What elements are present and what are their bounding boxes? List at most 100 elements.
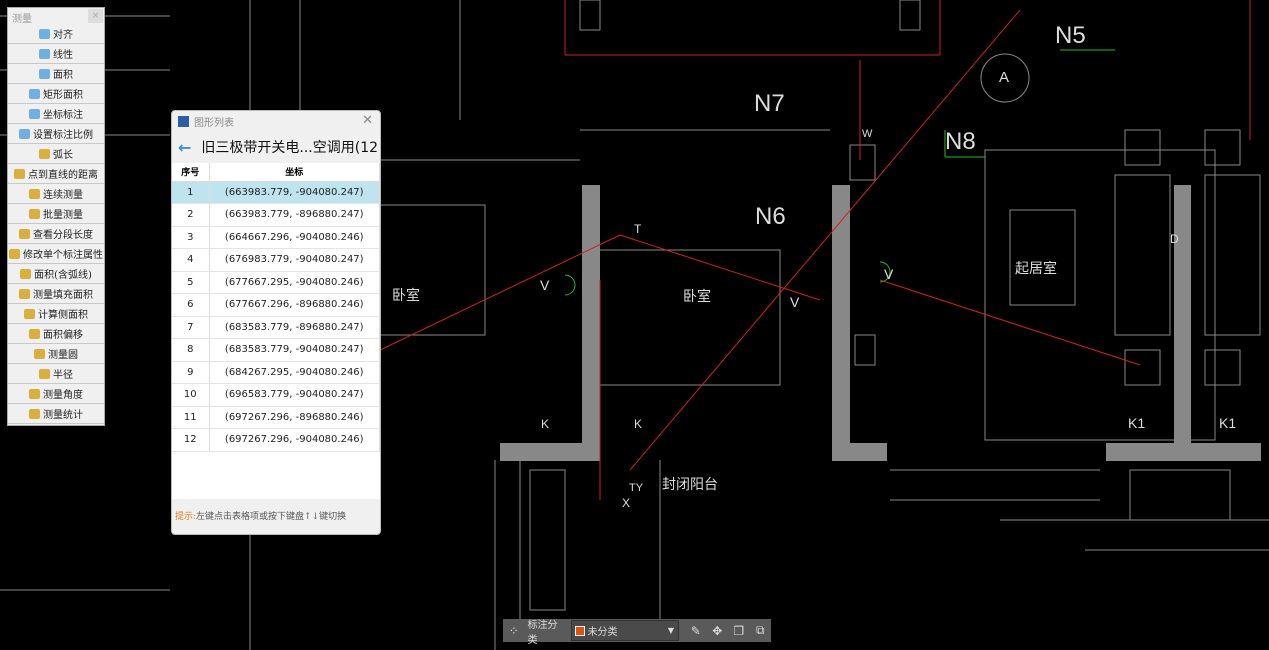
measure-item[interactable]: 矩形面积	[8, 84, 104, 104]
measure-item-label: 矩形面积	[43, 90, 83, 101]
coordinate-cell[interactable]: (677667.296, -896880.246)	[209, 293, 380, 317]
arc-area-icon	[20, 268, 32, 279]
index-cell[interactable]: 6	[172, 293, 210, 317]
fill-area-icon	[19, 288, 30, 299]
coordinate-cell[interactable]: (663983.779, -904080.247)	[209, 181, 380, 204]
segment-icon	[19, 228, 30, 239]
measure-item-label: 批量测量	[43, 210, 83, 221]
index-cell[interactable]: 12	[172, 428, 210, 452]
measure-item[interactable]: 测量圆	[8, 344, 104, 364]
cad-label-balcony: 封闭阳台	[662, 476, 718, 492]
continuous-icon	[29, 188, 40, 199]
coordinate-cell[interactable]: (697267.296, -904080.246)	[209, 428, 380, 452]
measure-item[interactable]: 测量填充面积	[8, 284, 104, 304]
measure-item[interactable]: 批量测量	[8, 204, 104, 224]
measure-item-label: 测量角度	[43, 390, 83, 401]
cad-label-bedroom1: 卧室	[392, 287, 420, 303]
measure-item[interactable]: 线性	[8, 44, 104, 64]
side-area-icon	[24, 308, 35, 319]
coordinate-cell[interactable]: (684267.295, -904080.246)	[209, 361, 380, 384]
index-cell[interactable]: 10	[172, 383, 210, 407]
measure-item[interactable]: 弧长	[8, 144, 104, 164]
copy-icon[interactable]: ❐	[728, 624, 749, 638]
coordinate-cell[interactable]: (696583.779, -904080.247)	[209, 383, 380, 407]
index-cell[interactable]: 4	[172, 248, 210, 272]
table-row[interactable]: 7 (683583.779, -896880.247)	[172, 316, 380, 339]
index-cell[interactable]: 1	[172, 181, 210, 204]
measure-item[interactable]: 修改单个标注属性	[8, 244, 104, 264]
table-row[interactable]: 5 (677667.295, -904080.246)	[172, 271, 380, 294]
radius-icon	[39, 368, 50, 379]
coordinate-cell[interactable]: (663983.779, -896880.247)	[209, 203, 380, 227]
coordinate-cell[interactable]: (697267.296, -896880.246)	[209, 406, 380, 429]
measure-item[interactable]: 半径	[8, 364, 104, 384]
circle-icon	[34, 348, 45, 359]
column-header-coordinate[interactable]: 坐标	[209, 163, 380, 182]
coordinate-cell[interactable]: (683583.779, -896880.247)	[209, 316, 380, 339]
table-row[interactable]: 4 (676983.779, -904080.247)	[172, 248, 380, 272]
cad-label-a: A	[999, 69, 1010, 86]
move-icon[interactable]: ✥	[707, 624, 728, 638]
coordinate-cell[interactable]: (676983.779, -904080.247)	[209, 248, 380, 272]
cad-label-n6: N6	[755, 203, 786, 230]
table-row[interactable]: 1 (663983.779, -904080.247)	[172, 181, 380, 204]
measure-item-label: 面积(含弧线)	[34, 270, 92, 281]
measure-item[interactable]: 面积(含弧线)	[8, 264, 104, 284]
dialog-heading: 旧三极带开关电...空调用(12	[201, 140, 379, 156]
measure-item-label: 修改单个标注属性	[23, 250, 103, 261]
scale-icon	[19, 128, 30, 139]
index-cell[interactable]: 2	[172, 203, 210, 227]
index-cell[interactable]: 7	[172, 316, 210, 339]
measure-item[interactable]: 测量统计	[8, 404, 104, 424]
measure-item-label: 弧长	[53, 150, 73, 161]
index-cell[interactable]: 8	[172, 338, 210, 362]
measure-item[interactable]: 点到直线的距离	[8, 164, 104, 184]
grid-icon[interactable]: ⁘	[503, 624, 524, 638]
paste-icon[interactable]: ⧉	[750, 623, 771, 638]
table-row[interactable]: 11 (697267.296, -896880.246)	[172, 406, 380, 429]
category-select[interactable]: 未分类 ▼	[570, 620, 680, 641]
hint-message: 左键点击表格项或按下键盘↑↓键切换	[196, 512, 347, 522]
measure-item-label: 设置标注比例	[33, 130, 93, 141]
table-row[interactable]: 9 (684267.295, -904080.246)	[172, 361, 380, 384]
table-row[interactable]: 2 (663983.779, -896880.247)	[172, 203, 380, 227]
coordinate-cell[interactable]: (664667.296, -904080.246)	[209, 226, 380, 249]
measure-item[interactable]: 查看分段长度	[8, 224, 104, 244]
cad-label-ty: TY	[629, 482, 644, 494]
batch-icon	[29, 208, 40, 219]
coordinate-cell[interactable]: (683583.779, -904080.247)	[209, 338, 380, 362]
measure-item[interactable]: 面积偏移	[8, 324, 104, 344]
cad-label-t: T	[634, 222, 642, 236]
cad-label-x: X	[622, 496, 631, 510]
cad-label-v2: V	[790, 294, 800, 310]
table-row[interactable]: 8 (683583.779, -904080.247)	[172, 338, 380, 362]
coordinate-table: 序号 坐标 1 (663983.779, -904080.247) 2 (663983.…	[172, 163, 380, 452]
measure-item-label: 点到直线的距离	[28, 170, 98, 181]
close-icon[interactable]: ✕	[362, 113, 373, 128]
cad-label-bedroom2: 卧室	[683, 288, 711, 304]
measure-item[interactable]: 测量角度	[8, 384, 104, 404]
dialog-window-title: 图形列表	[194, 117, 234, 129]
table-row[interactable]: 10 (696583.779, -904080.247)	[172, 383, 380, 407]
arc-icon	[39, 148, 50, 159]
measure-item[interactable]: 对齐	[8, 24, 104, 44]
measure-item[interactable]: 设置标注比例	[8, 124, 104, 144]
measure-item[interactable]: 面积	[8, 64, 104, 84]
measure-item-label: 测量统计	[43, 410, 83, 421]
measure-item-label: 测量填充面积	[33, 290, 93, 301]
table-row[interactable]: 6 (677667.296, -896880.246)	[172, 293, 380, 317]
table-row[interactable]: 3 (664667.296, -904080.246)	[172, 226, 380, 249]
table-row[interactable]: 12 (697267.296, -904080.246)	[172, 428, 380, 452]
measure-item[interactable]: 计算侧面积	[8, 304, 104, 324]
measure-item[interactable]: 连续测量	[8, 184, 104, 204]
index-cell[interactable]: 11	[172, 406, 210, 429]
edit-icon[interactable]: ✎	[685, 624, 706, 638]
back-arrow-icon[interactable]: ←	[178, 138, 191, 157]
column-header-index[interactable]: 序号	[172, 163, 210, 182]
index-cell[interactable]: 5	[172, 271, 210, 294]
index-cell[interactable]: 9	[172, 361, 210, 384]
measure-item[interactable]: 坐标标注	[8, 104, 104, 124]
index-cell[interactable]: 3	[172, 226, 210, 249]
coordinate-cell[interactable]: (677667.295, -904080.246)	[209, 271, 380, 294]
close-icon[interactable]: ×	[88, 9, 103, 23]
